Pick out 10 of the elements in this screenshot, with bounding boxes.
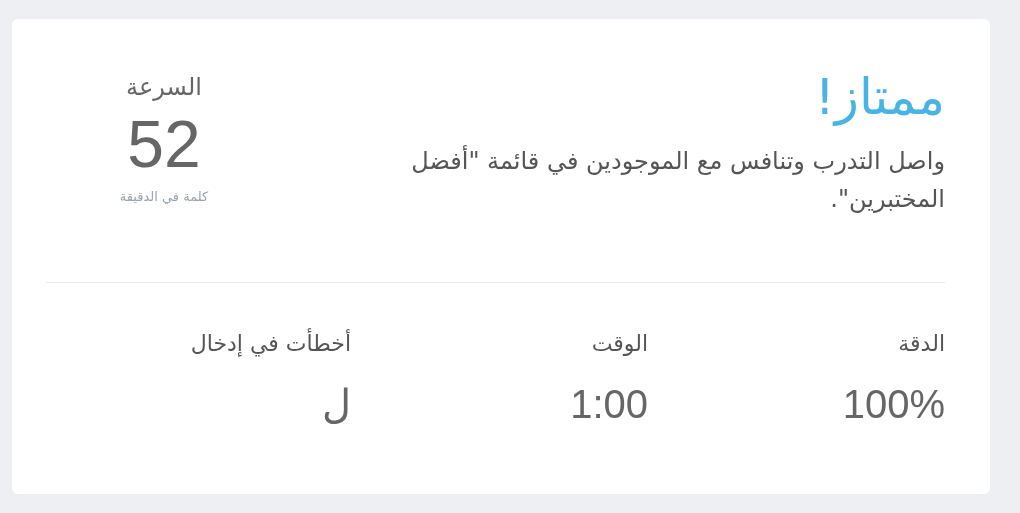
stat-label: الوقت — [591, 331, 648, 356]
speed-unit: كلمة في الدقيقة — [119, 189, 209, 205]
stat-value: ل — [322, 382, 351, 426]
stat-label: الدقة — [898, 331, 945, 356]
stat-value: 1:00 — [570, 382, 648, 426]
speed-value: 52 — [127, 107, 201, 181]
result-title: ممتاز! — [813, 67, 945, 128]
stat-value: 100% — [842, 382, 945, 426]
result-message: واصل التدرب وتنافس مع الموجودين في قائمة "أفضل المختبرين". — [410, 144, 945, 216]
speed-label: السرعة — [126, 73, 202, 101]
